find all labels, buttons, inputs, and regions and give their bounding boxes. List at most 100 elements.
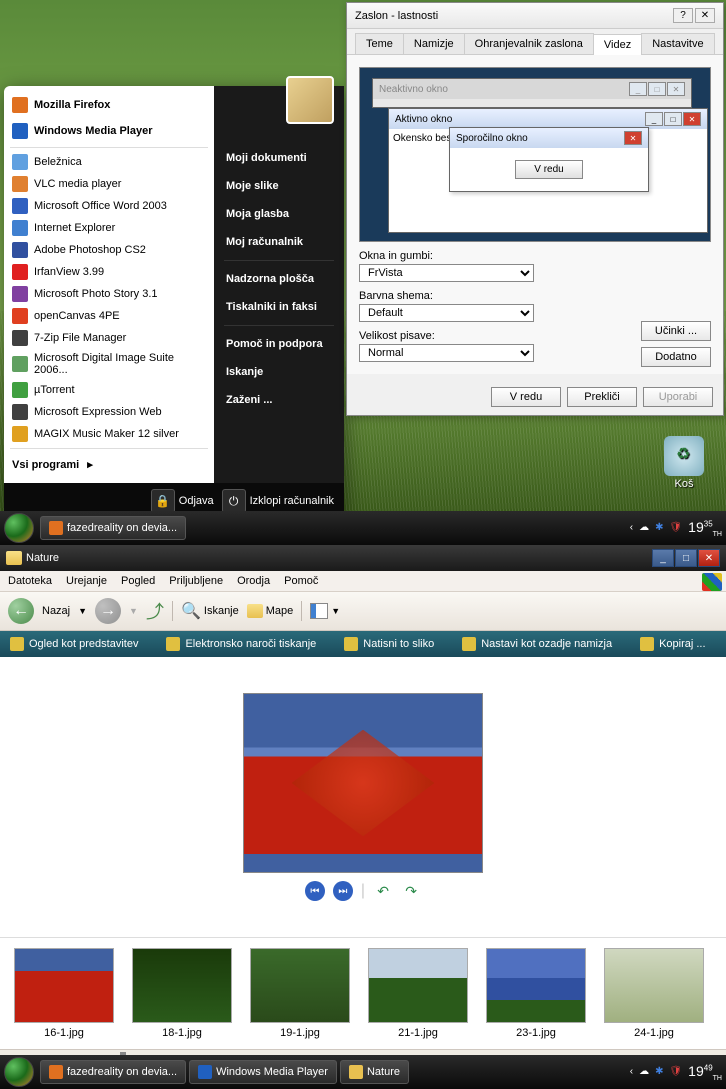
start-program-item[interactable]: µTorrent	[4, 379, 214, 401]
all-programs[interactable]: Vsi programi▸	[4, 452, 214, 477]
start-pinned-item[interactable]: Mozilla Firefox	[4, 92, 214, 118]
tab-namizje[interactable]: Namizje	[403, 33, 465, 54]
start-program-item[interactable]: MAGIX Music Maker 12 silver	[4, 423, 214, 445]
font-size-select[interactable]: Normal	[359, 344, 534, 362]
rotate-right-button[interactable]: ↷	[401, 881, 421, 901]
start-pinned-item[interactable]: Windows Media Player	[4, 118, 214, 144]
action-item[interactable]: Kopiraj ...	[640, 637, 705, 651]
back-button[interactable]: ←	[8, 598, 34, 624]
close-button[interactable]: ✕	[698, 549, 720, 567]
action-icon	[10, 637, 24, 651]
start-right-item[interactable]: Moj računalnik	[214, 228, 344, 256]
rotate-left-button[interactable]: ↶	[373, 881, 393, 901]
windows-flag-icon[interactable]	[702, 573, 722, 591]
ok-button[interactable]: V redu	[491, 387, 561, 407]
view-button[interactable]: ▼	[310, 603, 340, 619]
taskbar-task[interactable]: Windows Media Player	[189, 1060, 337, 1084]
start-program-item[interactable]: Internet Explorer	[4, 217, 214, 239]
app-icon	[12, 123, 28, 139]
help-button[interactable]: ?	[673, 8, 693, 23]
close-button[interactable]: ✕	[695, 8, 715, 23]
start-program-item[interactable]: Adobe Photoshop CS2	[4, 239, 214, 261]
windows-style-select[interactable]: FrVista	[359, 264, 534, 282]
view-icon	[310, 603, 328, 619]
tray-arrow-icon[interactable]: ‹	[630, 522, 633, 533]
start-program-item[interactable]: Microsoft Office Word 2003	[4, 195, 214, 217]
action-item[interactable]: Nastavi kot ozadje namizja	[462, 637, 612, 651]
recycle-bin[interactable]: Koš	[664, 436, 704, 490]
clock[interactable]: 1935TH	[688, 519, 722, 538]
thumbnail-item[interactable]: 19-1.jpg	[250, 948, 350, 1039]
start-right-item[interactable]: Pomoč in podpora	[214, 330, 344, 358]
search-button[interactable]: 🔍 Iskanje	[181, 601, 239, 621]
bluetooth-icon[interactable]: ✱	[655, 522, 663, 533]
start-button[interactable]	[4, 513, 34, 543]
menu-pomoč[interactable]: Pomoč	[284, 575, 318, 587]
maximize-button[interactable]: □	[675, 549, 697, 567]
action-item[interactable]: Elektronsko naroči tiskanje	[166, 637, 316, 651]
cancel-button[interactable]: Prekliči	[567, 387, 637, 407]
back-dropdown[interactable]: ▼	[78, 606, 87, 616]
start-menu: Mozilla FirefoxWindows Media Player Bele…	[4, 86, 344, 519]
shutdown-button[interactable]: ⏻ Izklopi računalnik	[222, 489, 334, 513]
thumbnail-image	[14, 948, 114, 1023]
start-program-item[interactable]: openCanvas 4PE	[4, 305, 214, 327]
tray-arrow-icon[interactable]: ‹	[630, 1066, 633, 1077]
theme-preview: Neaktivno okno _□✕ Aktivno okno _□✕ Oken…	[359, 67, 711, 242]
prev-image-button[interactable]: ⏮	[305, 881, 325, 901]
taskbar-task[interactable]: Nature	[340, 1060, 409, 1084]
action-item[interactable]: Ogled kot predstavitev	[10, 637, 138, 651]
menu-priljubljene[interactable]: Priljubljene	[169, 575, 223, 587]
clock[interactable]: 1949TH	[688, 1063, 722, 1082]
tab-ohranjevalnik zaslona[interactable]: Ohranjevalnik zaslona	[464, 33, 594, 54]
start-right-item[interactable]: Moje slike	[214, 172, 344, 200]
start-button[interactable]	[4, 1057, 34, 1087]
action-item[interactable]: Natisni to sliko	[344, 637, 434, 651]
start-right-item[interactable]: Iskanje	[214, 358, 344, 386]
tray-cloud-icon[interactable]: ☁	[639, 1066, 649, 1077]
start-right-item[interactable]: Tiskalniki in faksi	[214, 293, 344, 321]
tab-videz[interactable]: Videz	[593, 34, 642, 55]
start-right-item[interactable]: Moji dokumenti	[214, 144, 344, 172]
app-icon	[12, 330, 28, 346]
thumbnail-item[interactable]: 21-1.jpg	[368, 948, 468, 1039]
thumbnail-item[interactable]: 23-1.jpg	[486, 948, 586, 1039]
start-right-item[interactable]: Zaženi ...	[214, 386, 344, 414]
advanced-button[interactable]: Dodatno	[641, 347, 711, 367]
tab-teme[interactable]: Teme	[355, 33, 404, 54]
action-icon	[166, 637, 180, 651]
security-icon[interactable]: 🛡	[669, 522, 682, 533]
user-avatar[interactable]	[286, 76, 334, 124]
folders-button[interactable]: Mape	[247, 604, 294, 618]
tab-nastavitve[interactable]: Nastavitve	[641, 33, 714, 54]
minimize-button[interactable]: _	[652, 549, 674, 567]
apply-button[interactable]: Uporabi	[643, 387, 713, 407]
start-program-item[interactable]: Beležnica	[4, 151, 214, 173]
menu-pogled[interactable]: Pogled	[121, 575, 155, 587]
menu-orodja[interactable]: Orodja	[237, 575, 270, 587]
start-program-item[interactable]: 7-Zip File Manager	[4, 327, 214, 349]
thumbnail-item[interactable]: 16-1.jpg	[14, 948, 114, 1039]
tray-cloud-icon[interactable]: ☁	[639, 522, 649, 533]
taskbar-firefox[interactable]: fazedreality on devia...	[40, 516, 186, 540]
forward-button[interactable]: →	[95, 598, 121, 624]
effects-button[interactable]: Učinki ...	[641, 321, 711, 341]
start-right-item[interactable]: Moja glasba	[214, 200, 344, 228]
security-icon[interactable]: 🛡	[669, 1066, 682, 1077]
start-program-item[interactable]: Microsoft Photo Story 3.1	[4, 283, 214, 305]
thumbnail-item[interactable]: 18-1.jpg	[132, 948, 232, 1039]
start-program-item[interactable]: VLC media player	[4, 173, 214, 195]
thumbnail-item[interactable]: 24-1.jpg	[604, 948, 704, 1039]
logoff-button[interactable]: 🔒 Odjava	[151, 489, 214, 513]
start-program-item[interactable]: Microsoft Digital Image Suite 2006...	[4, 349, 214, 379]
bluetooth-icon[interactable]: ✱	[655, 1066, 663, 1077]
menu-datoteka[interactable]: Datoteka	[8, 575, 52, 587]
start-program-item[interactable]: Microsoft Expression Web	[4, 401, 214, 423]
start-program-item[interactable]: IrfanView 3.99	[4, 261, 214, 283]
color-scheme-select[interactable]: Default	[359, 304, 534, 322]
taskbar-task[interactable]: fazedreality on devia...	[40, 1060, 186, 1084]
next-image-button[interactable]: ⏭	[333, 881, 353, 901]
up-button[interactable]: ⤴	[146, 598, 164, 624]
menu-urejanje[interactable]: Urejanje	[66, 575, 107, 587]
start-right-item[interactable]: Nadzorna plošča	[214, 265, 344, 293]
